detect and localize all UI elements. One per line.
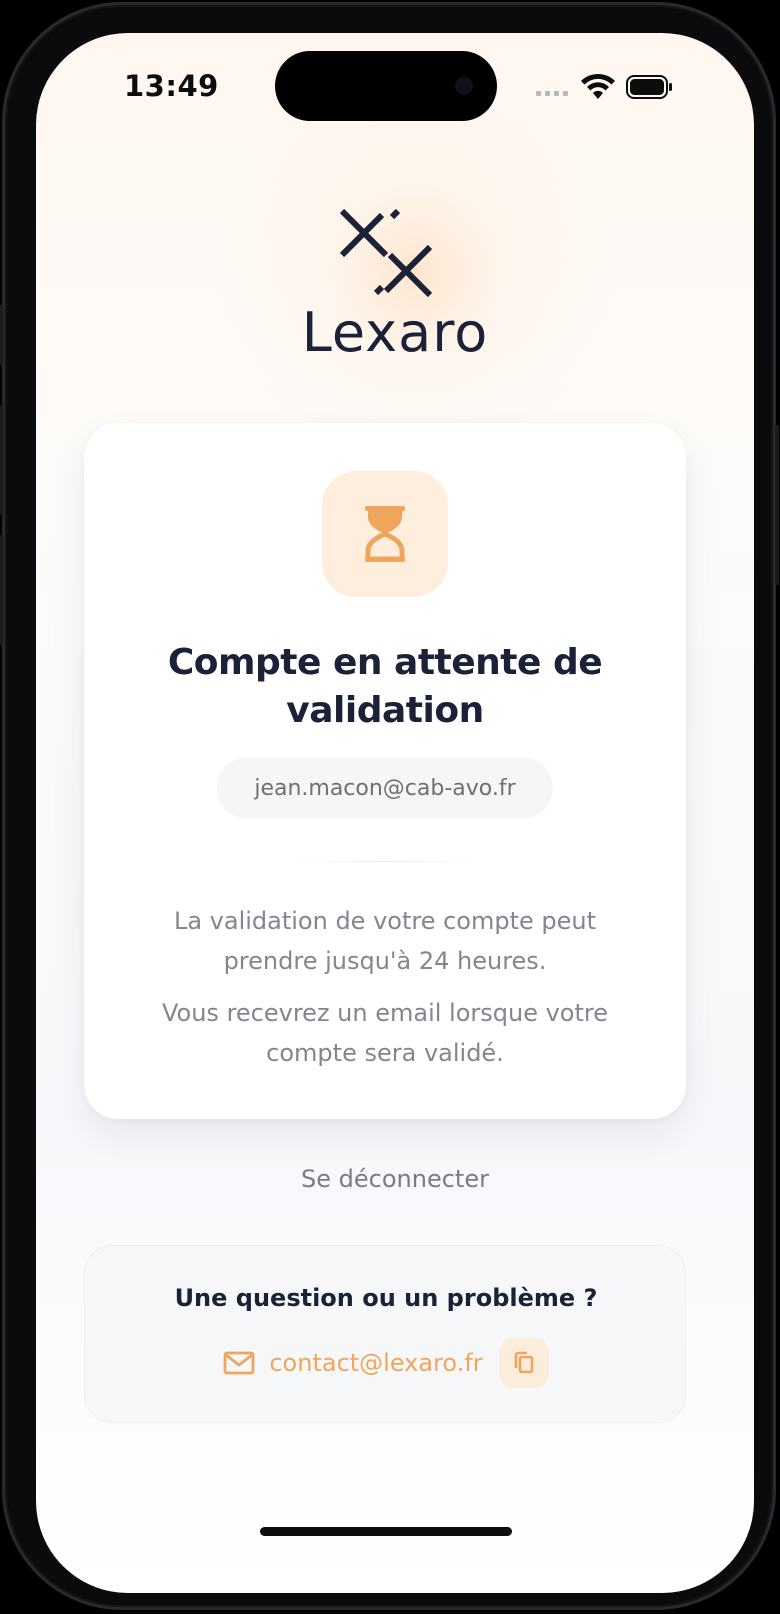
copy-email-button[interactable]: [498, 1338, 549, 1388]
battery-icon: [626, 75, 672, 99]
status-time: 13:49: [124, 69, 219, 103]
hourglass-tile: [322, 471, 448, 597]
volume-down-button: [0, 535, 3, 645]
copy-icon: [514, 1351, 533, 1374]
logo-wordmark: Lexaro: [301, 301, 489, 364]
help-title: Une question ou un problème ?: [174, 1284, 598, 1312]
mail-icon: [223, 1351, 255, 1375]
validation-delay-text: La validation de votre compte peut prend…: [173, 907, 597, 975]
contact-email-link[interactable]: contact@lexaro.fr: [269, 1349, 482, 1377]
divider: [285, 861, 485, 862]
volume-up-button: [0, 405, 3, 515]
mute-switch: [0, 305, 3, 365]
pending-validation-card: Compte en attente de validation jean.mac…: [84, 423, 686, 1119]
cellular-signal-icon: [536, 91, 568, 96]
power-button: [775, 425, 779, 585]
dynamic-island: [275, 51, 497, 121]
app-screen: 13:49 Lexaro Compte en attente de valida…: [36, 33, 754, 1593]
home-indicator: [260, 1527, 512, 1536]
logout-button[interactable]: Se déconnecter: [36, 1165, 754, 1193]
help-box: Une question ou un problème ? contact@le…: [84, 1245, 686, 1423]
hourglass-icon: [365, 506, 405, 562]
wifi-icon: [581, 73, 615, 99]
contact-row: contact@lexaro.fr: [85, 1338, 687, 1388]
email-notice-text: Vous recevrez un email lorsque votre com…: [161, 999, 608, 1067]
lexaro-logo-icon: [339, 208, 433, 298]
phone-frame: 13:49 Lexaro Compte en attente de valida…: [0, 2, 779, 1610]
card-title: Compte en attente de validation: [167, 642, 603, 731]
front-camera: [455, 77, 473, 95]
user-email-badge: jean.macon@cab-avo.fr: [217, 757, 553, 819]
